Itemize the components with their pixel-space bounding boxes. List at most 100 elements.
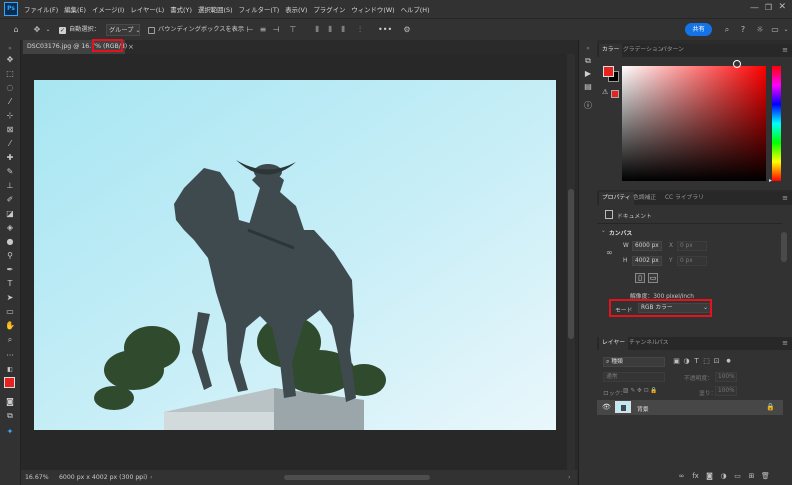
settings-gear-icon[interactable]: ⚙ (402, 25, 412, 35)
quick-selection-tool-icon[interactable]: ⁄ (4, 96, 16, 108)
y-field[interactable]: 0 px (677, 256, 707, 266)
distribute-center-icon[interactable]: ⫴ (325, 25, 335, 35)
minimize-icon[interactable]: — (750, 3, 759, 13)
auto-select-checkbox[interactable]: ✓ (59, 27, 66, 34)
tab-cc-libraries[interactable]: CC ライブラリ (665, 192, 704, 205)
properties-scroll-thumb[interactable] (781, 232, 787, 262)
tab-close-icon[interactable]: × (128, 40, 134, 54)
hue-slider[interactable] (772, 66, 781, 181)
actions-play-icon[interactable]: ▶ (582, 68, 594, 80)
color-panel-menu-icon[interactable]: ≡ (782, 47, 788, 54)
more-options-button[interactable]: ••• (378, 24, 392, 36)
document-canvas-image[interactable] (34, 80, 556, 430)
workspace-icon[interactable]: ▭ (770, 25, 780, 35)
restore-icon[interactable]: ❐ (765, 3, 772, 12)
menu-edit[interactable]: 編集(E) (64, 5, 86, 14)
tab-color[interactable]: カラー (599, 44, 623, 57)
collapse-strip-icon[interactable]: « (582, 43, 594, 55)
help-icon[interactable]: ? (738, 25, 748, 35)
foreground-color-swatch[interactable] (4, 377, 15, 388)
screen-mode-icon[interactable]: ⧉ (4, 410, 16, 422)
zoom-tool-icon[interactable]: ⌕ (4, 334, 16, 346)
link-layers-icon[interactable]: ∞ (677, 472, 686, 481)
share-button[interactable]: 共有 (685, 23, 712, 36)
tab-layers[interactable]: レイヤー (599, 337, 629, 350)
menu-view[interactable]: 表示(V) (285, 5, 307, 14)
scroll-right-icon[interactable]: › (568, 470, 570, 485)
close-window-icon[interactable]: ✕ (778, 2, 786, 12)
new-adjustment-icon[interactable]: ◑ (719, 472, 728, 481)
home-icon[interactable]: ⌂ (11, 25, 21, 35)
type-tool-icon[interactable]: T (4, 278, 16, 290)
tab-paths[interactable]: パス (657, 337, 669, 350)
edit-toolbar-icon[interactable]: ··· (4, 350, 16, 362)
filter-pixel-icon[interactable]: ▣ (672, 357, 681, 366)
properties-panel-menu-icon[interactable]: ≡ (782, 195, 788, 202)
blend-mode-dropdown[interactable]: 通常 (603, 372, 665, 382)
paint-bucket-tool-icon[interactable]: ◈ (4, 222, 16, 234)
frame-tool-icon[interactable]: ⊠ (4, 124, 16, 136)
vertical-scrollbar[interactable] (567, 54, 575, 470)
menu-plugins[interactable]: プラグイン (313, 5, 345, 14)
saturation-brightness-picker[interactable] (622, 66, 766, 181)
quick-mask-icon[interactable]: ◙ (4, 396, 16, 408)
hand-tool-icon[interactable]: ✋ (4, 320, 16, 332)
rectangle-tool-icon[interactable]: ▭ (4, 306, 16, 318)
opacity-field[interactable]: 100% (715, 372, 737, 382)
layer-style-icon[interactable]: fx (691, 472, 700, 481)
menu-help[interactable]: ヘルプ(H) (401, 5, 430, 14)
lock-options-icons[interactable]: ▨ ✎ ✥ ⊡ 🔒 (623, 388, 658, 394)
scroll-left-icon[interactable]: ‹ (150, 470, 152, 485)
layer-visibility-eye-icon[interactable]: 👁 (602, 403, 611, 411)
auto-select-target-dropdown[interactable]: グループ ⌄ (106, 24, 141, 36)
lasso-tool-icon[interactable]: ◌ (4, 82, 16, 94)
tab-channels[interactable]: チャンネル (629, 337, 658, 350)
new-group-icon[interactable]: ▭ (733, 472, 742, 481)
fill-field[interactable]: 100% (715, 386, 737, 396)
move-tool-icon[interactable]: ✥ (4, 54, 16, 66)
filter-toggle-icon[interactable]: ● (724, 357, 733, 366)
landscape-orientation-icon[interactable]: ▭ (648, 273, 658, 283)
distribute-left-icon[interactable]: ⫴ (312, 25, 322, 35)
canvas-section-chevron-icon[interactable]: ⌄ (601, 228, 606, 234)
filter-smart-object-icon[interactable]: ⊡ (712, 357, 721, 366)
menu-layer[interactable]: レイヤー(L) (130, 5, 164, 14)
color-picker-handle[interactable] (733, 60, 741, 68)
search-icon[interactable]: ⌕ (722, 25, 732, 35)
tab-patterns[interactable]: パターン (661, 44, 684, 57)
pen-tool-icon[interactable]: ✒ (4, 264, 16, 276)
chevron-down-icon[interactable]: ⌄ (43, 25, 53, 35)
filter-shape-icon[interactable]: ⬚ (702, 357, 711, 366)
width-field[interactable]: 6000 px (632, 241, 662, 251)
workspace-chevron-icon[interactable]: ⌄ (781, 25, 791, 35)
dodge-tool-icon[interactable]: ⚲ (4, 250, 16, 262)
default-colors-icon[interactable]: ◧ (4, 364, 16, 376)
delete-layer-icon[interactable]: 🗑 (761, 472, 770, 481)
filter-type-icon[interactable]: T (692, 357, 701, 366)
lightbulb-icon[interactable]: ☼ (755, 25, 765, 35)
add-mask-icon[interactable]: ◙ (705, 472, 714, 481)
menu-select[interactable]: 選択範囲(S) (198, 5, 233, 14)
move-tool-preset-icon[interactable]: ✥ (31, 25, 43, 35)
menu-filter[interactable]: フィルター(T) (239, 5, 280, 14)
align-center-icon[interactable]: ≡ (258, 25, 268, 35)
gamut-color-swatch[interactable] (611, 90, 619, 98)
height-field[interactable]: 4002 px (632, 256, 662, 266)
marquee-tool-icon[interactable]: ⬚ (4, 68, 16, 80)
vertical-scroll-thumb[interactable] (568, 189, 574, 339)
tab-gradients[interactable]: グラデーション (623, 44, 663, 57)
align-top-icon[interactable]: ⊤ (288, 25, 298, 35)
crop-tool-icon[interactable]: ⊹ (4, 110, 16, 122)
color-fg-swatch[interactable] (603, 66, 614, 77)
distribute-top-icon[interactable]: ⫶ (355, 25, 365, 35)
eyedropper-tool-icon[interactable]: ⁄ (4, 138, 16, 150)
history-panel-icon[interactable]: ⧉ (582, 55, 594, 67)
blur-tool-icon[interactable]: ● (4, 236, 16, 248)
menu-file[interactable]: ファイル(F) (24, 5, 58, 14)
horizontal-scroll-thumb[interactable] (284, 475, 430, 480)
menu-window[interactable]: ウィンドウ(W) (351, 5, 394, 14)
portrait-orientation-icon[interactable]: ▯ (635, 273, 645, 283)
distribute-right-icon[interactable]: ⫴ (338, 25, 348, 35)
tab-adjustments[interactable]: 色調補正 (633, 192, 656, 205)
path-selection-tool-icon[interactable]: ➤ (4, 292, 16, 304)
